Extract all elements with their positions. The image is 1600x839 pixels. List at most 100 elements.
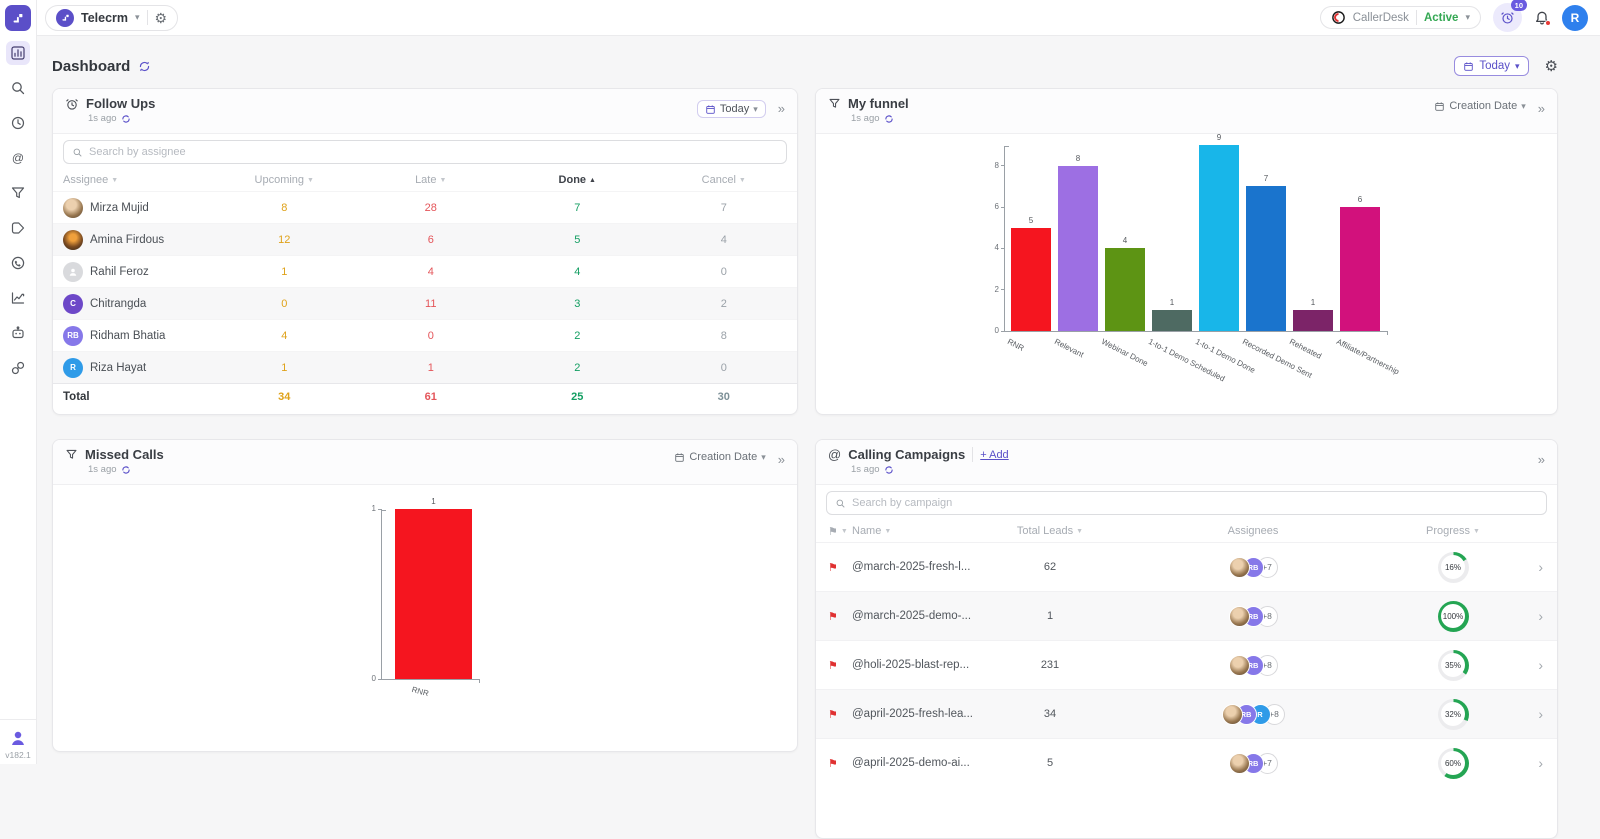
sidebar-item-search[interactable] [6, 76, 30, 100]
campaign-row[interactable]: ⚑@april-2025-fresh-lea...34RBR+832%› [816, 689, 1557, 738]
campaign-row[interactable]: ⚑@march-2025-demo-...1RB+8100%› [816, 591, 1557, 640]
sidebar-item-integrations[interactable] [6, 356, 30, 380]
bar-Reheated[interactable] [1293, 310, 1333, 331]
progress-label: 100% [1441, 604, 1465, 628]
column-header-total-leads[interactable]: Total Leads▼ [1002, 520, 1098, 542]
collapse-panel-icon[interactable]: » [778, 451, 785, 469]
done-count: 3 [504, 298, 651, 310]
followups-search-input[interactable] [89, 146, 778, 158]
column-header-assignee[interactable]: Assignee▼ [53, 169, 211, 191]
campaign-row[interactable]: ⚑@march-2025-fresh-l...62RB+716%› [816, 542, 1557, 591]
campaigns-search-input[interactable] [852, 497, 1538, 509]
campaigns-table-body: ⚑@march-2025-fresh-l...62RB+716%›⚑@march… [816, 542, 1557, 787]
collapse-panel-icon[interactable]: » [778, 100, 785, 118]
followup-row[interactable]: Amina Firdous12654 [53, 223, 797, 255]
sidebar-item-mentions[interactable]: @ [6, 146, 30, 170]
bar-Relevant[interactable] [1058, 166, 1098, 331]
add-campaign-link[interactable]: + Add [980, 449, 1008, 461]
chevron-down-icon: ▾ [135, 12, 140, 23]
progress-ring: 100% [1438, 601, 1469, 632]
user-avatar[interactable]: R [1562, 5, 1588, 31]
campaign-row[interactable]: ⚑@april-2025-demo-ai...5RB+760%› [816, 738, 1557, 787]
funnel-date-type-button[interactable]: Creation Date ▾ [1434, 100, 1525, 112]
followup-row[interactable]: CChitrangda01132 [53, 287, 797, 319]
campaign-name: @march-2025-fresh-l... [852, 561, 1002, 573]
bar-RNR[interactable] [395, 509, 472, 679]
workspace-settings-gear-icon[interactable]: ⚙ [155, 11, 168, 25]
chevron-down-icon: ▾ [1465, 12, 1470, 23]
avatar [63, 198, 83, 218]
sidebar-item-dashboard[interactable] [6, 41, 30, 65]
sidebar-item-funnel[interactable] [6, 181, 30, 205]
bar-Webinar Done[interactable] [1105, 248, 1145, 331]
sidebar-item-recent[interactable] [6, 111, 30, 135]
done-count: 2 [504, 362, 651, 374]
notification-dot [1545, 20, 1551, 26]
sidebar-item-analytics[interactable] [6, 286, 30, 310]
late-count: 4 [358, 266, 505, 278]
done-count: 2 [504, 330, 651, 342]
panel-refresh-icon[interactable] [121, 465, 131, 475]
followup-row[interactable]: RRiza Hayat1120 [53, 351, 797, 383]
sidebar-item-tags[interactable] [6, 216, 30, 240]
callerdesk-status[interactable]: CallerDesk Active ▾ [1320, 6, 1481, 29]
reminders-button[interactable]: 10 [1493, 3, 1522, 32]
divider [147, 10, 148, 25]
avatar: RB [63, 326, 83, 346]
column-header-flag[interactable]: ⚑▼ [828, 520, 852, 542]
sidebar-item-calls[interactable] [6, 251, 30, 275]
calendar-icon [705, 104, 716, 115]
missedcalls-date-type-button[interactable]: Creation Date ▾ [674, 451, 765, 463]
chevron-right-icon[interactable]: › [1498, 706, 1545, 722]
bar-value-label: 1 [1152, 298, 1192, 307]
panel-refresh-icon[interactable] [121, 114, 131, 124]
sidebar-item-bot[interactable] [6, 321, 30, 345]
column-header-cancel[interactable]: Cancel▼ [651, 169, 798, 191]
progress-label: 60% [1441, 751, 1465, 775]
bar-RNR[interactable] [1011, 228, 1051, 331]
total-leads: 5 [1002, 757, 1098, 769]
chevron-right-icon[interactable]: › [1498, 559, 1545, 575]
panel-refresh-icon[interactable] [884, 114, 894, 124]
divider [1416, 10, 1417, 25]
alarm-clock-icon [65, 97, 79, 111]
panel-refresh-icon[interactable] [884, 465, 894, 475]
workspace-switcher[interactable]: Telecrm ▾ ⚙ [45, 5, 178, 31]
bar-Recorded Demo Sent[interactable] [1246, 186, 1286, 331]
followup-row[interactable]: Rahil Feroz1440 [53, 255, 797, 287]
chevron-right-icon[interactable]: › [1498, 608, 1545, 624]
bar-1-to-1 Demo Scheduled[interactable] [1152, 310, 1192, 331]
column-header-name[interactable]: Name▼ [852, 520, 1002, 542]
followups-date-filter-label: Today [720, 103, 749, 115]
followup-row[interactable]: Mirza Mujid82877 [53, 191, 797, 223]
followups-total-row: Total34612530 [53, 383, 797, 410]
bar-1-to-1 Demo Done[interactable] [1199, 145, 1239, 331]
column-header-late[interactable]: Late▼ [358, 169, 505, 191]
chevron-down-icon: ▾ [1521, 101, 1526, 112]
chevron-right-icon[interactable]: › [1498, 657, 1545, 673]
bar-Affiliate/Partnership[interactable] [1340, 207, 1380, 331]
followups-date-filter-button[interactable]: Today ▾ [697, 100, 766, 118]
support-icon[interactable] [8, 728, 28, 748]
column-header-done[interactable]: Done▲ [504, 169, 651, 191]
chevron-right-icon[interactable]: › [1498, 755, 1545, 771]
notifications-button[interactable] [1534, 10, 1550, 26]
done-count: 4 [504, 266, 651, 278]
panel-title: My funnel [848, 96, 909, 111]
column-header-upcoming[interactable]: Upcoming▼ [211, 169, 358, 191]
column-header-assignees[interactable]: Assignees [1098, 520, 1408, 542]
page-refresh-icon[interactable] [138, 60, 151, 73]
followup-row[interactable]: RBRidham Bhatia4028 [53, 319, 797, 351]
assignee-name: Mirza Mujid [90, 202, 149, 214]
column-header-progress[interactable]: Progress▼ [1408, 520, 1498, 542]
global-date-filter-button[interactable]: Today ▾ [1454, 56, 1528, 76]
bar-value-label: 7 [1246, 174, 1286, 183]
bar-value-label: 5 [1011, 216, 1051, 225]
app-logo[interactable] [5, 5, 31, 31]
collapse-panel-icon[interactable]: » [1538, 451, 1545, 469]
calendar-icon [1434, 101, 1445, 112]
dashboard-settings-gear-icon[interactable]: ⚙ [1545, 59, 1558, 74]
campaign-row[interactable]: ⚑@holi-2025-blast-rep...231RB+835%› [816, 640, 1557, 689]
assignee-avatars: RB+7 [1098, 557, 1408, 578]
collapse-panel-icon[interactable]: » [1538, 100, 1545, 118]
